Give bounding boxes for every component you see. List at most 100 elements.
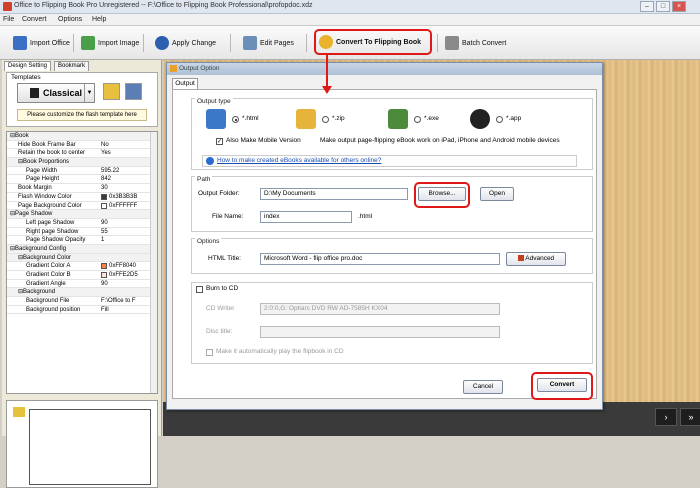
convert-to-flipping-book-label: Convert To Flipping Book <box>336 38 422 46</box>
menu-options[interactable]: Options <box>58 16 82 23</box>
advanced-button[interactable]: Advanced <box>506 252 566 266</box>
property-row[interactable]: Left page Shadow 90 <box>7 219 157 228</box>
app-icon <box>3 2 12 11</box>
property-row[interactable]: ⊟Background Config <box>7 244 157 254</box>
preview-box <box>6 400 158 488</box>
property-key: Right page Shadow <box>26 228 79 235</box>
options-section: Options HTML Title: Microsoft Word - fli… <box>191 238 593 274</box>
apply-change-button[interactable]: Apply Change <box>152 33 219 53</box>
browse-button[interactable]: Browse... <box>418 187 466 201</box>
property-value-text: No <box>101 141 109 148</box>
import-image-button[interactable]: Import Image <box>78 33 142 53</box>
property-row[interactable]: ⊟Background Color <box>7 253 157 263</box>
property-value-text: 55 <box>101 228 108 235</box>
close-button[interactable]: × <box>672 1 686 12</box>
menu-help[interactable]: Help <box>92 16 106 23</box>
output-type-section: Output type *.html *.zip *.exe *.app ✓ A… <box>191 98 593 170</box>
property-row[interactable]: Background File F:\Office to F <box>7 297 157 306</box>
autoplay-checkbox[interactable] <box>206 349 213 356</box>
tab-bookmark[interactable]: Bookmark <box>54 61 90 71</box>
property-key: ⊟Book Proportions <box>18 159 70 166</box>
convert-to-flipping-book-button[interactable]: Convert To Flipping Book <box>314 29 432 55</box>
batch-convert-label: Batch Convert <box>462 39 507 47</box>
import-office-button[interactable]: Import Office <box>10 33 73 53</box>
property-row[interactable]: ⊟Book <box>7 132 157 141</box>
property-key: ⊟Book <box>10 133 29 139</box>
property-value: 90 <box>101 219 108 227</box>
annotation-arrow-line <box>326 54 328 90</box>
batch-convert-button[interactable]: Batch Convert <box>442 33 509 53</box>
property-value: 90 <box>101 280 108 288</box>
burn-cd-checkbox[interactable] <box>196 286 203 293</box>
property-row[interactable]: ⊟Book Proportions <box>7 158 157 167</box>
property-value-text: 0x3B3B3B <box>109 193 138 200</box>
property-row[interactable]: Gradient Angle 90 <box>7 280 157 289</box>
radio-zip[interactable] <box>322 116 329 123</box>
property-row[interactable]: Retain the book to center Yes <box>7 149 157 159</box>
tab-design-setting[interactable]: Design Setting <box>4 61 52 71</box>
property-row[interactable]: Hide Book Frame Bar No <box>7 141 157 150</box>
import-image-icon <box>81 36 95 50</box>
mobile-version-checkbox[interactable]: ✓ <box>216 138 223 145</box>
output-folder-field[interactable]: D:\My Documents <box>260 188 408 200</box>
cancel-button[interactable]: Cancel <box>463 380 503 394</box>
radio-exe[interactable] <box>414 116 421 123</box>
property-row[interactable]: Background position Fill <box>7 306 157 315</box>
path-section: Path Output Folder: D:\My Documents Brow… <box>191 176 593 232</box>
apple-format-icon <box>470 109 490 129</box>
html-title-field[interactable]: Microsoft Word - flip office pro.doc <box>260 253 500 265</box>
open-button[interactable]: Open <box>480 187 514 201</box>
property-value: 1 <box>101 236 104 244</box>
file-extension-label: .html <box>358 213 373 220</box>
edit-template-icon[interactable] <box>103 83 120 100</box>
help-link[interactable]: How to make created eBooks available for… <box>202 155 577 167</box>
menu-file[interactable]: File <box>3 16 14 23</box>
property-row[interactable]: Book Margin 30 <box>7 184 157 193</box>
edit-pages-icon <box>243 36 257 50</box>
apply-change-icon <box>155 36 169 50</box>
window-title: Office to Flipping Book Pro Unregistered… <box>14 2 313 9</box>
convert-button[interactable]: Convert <box>537 378 587 392</box>
last-page-button[interactable]: » <box>680 408 700 426</box>
cd-writer-select[interactable]: 2:0:0,G: Optiarc DVD RW AD-7585H KX04 <box>260 303 500 315</box>
maximize-button[interactable]: □ <box>656 1 670 12</box>
chevron-down-icon[interactable]: ▼ <box>84 84 94 102</box>
burn-cd-label: Burn to CD <box>206 285 239 292</box>
property-value: F:\Office to F <box>101 297 136 305</box>
file-name-field[interactable]: index <box>260 211 352 223</box>
property-row[interactable]: Page Background Color 0xFFFFFF <box>7 202 157 211</box>
next-page-button[interactable]: › <box>655 408 677 426</box>
menu-bar: File Convert Options Help <box>0 14 700 26</box>
property-key: Book Margin <box>18 185 52 192</box>
tab-output[interactable]: Output <box>172 78 198 89</box>
property-scrollbar[interactable] <box>150 132 157 393</box>
property-value: 0x3B3B3B <box>101 193 137 201</box>
property-row[interactable]: Gradient Color A 0xFF8040 <box>7 262 157 271</box>
disc-title-label: Disc title: <box>206 328 233 335</box>
property-row[interactable]: Right page Shadow 55 <box>7 228 157 237</box>
property-row[interactable]: Page Width 595.22 <box>7 167 157 176</box>
property-row[interactable]: Page Height 842 <box>7 175 157 185</box>
property-row[interactable]: Gradient Color B 0xFFE2D5 <box>7 271 157 280</box>
template-selector[interactable]: Classical ▼ <box>17 83 95 103</box>
theme-icon[interactable] <box>125 83 142 100</box>
property-value-text: 90 <box>101 280 108 287</box>
property-value: 55 <box>101 228 108 236</box>
property-row[interactable]: ⊟Background <box>7 288 157 298</box>
property-row[interactable]: ⊟Page Shadow <box>7 210 157 219</box>
output-type-label: Output type <box>195 98 233 105</box>
property-key: Hide Book Frame Bar <box>18 141 76 148</box>
property-row[interactable]: Page Shadow Opacity 1 <box>7 236 157 245</box>
radio-app[interactable] <box>496 116 503 123</box>
minimize-button[interactable]: – <box>640 1 654 12</box>
radio-html[interactable] <box>232 116 239 123</box>
templates-box: Templates Classical ▼ Please customize t… <box>6 72 158 127</box>
property-value-text: Fill <box>101 306 109 313</box>
property-key: Page Width <box>26 167 58 174</box>
property-key: Gradient Angle <box>26 280 66 287</box>
property-value: 0xFFFFFF <box>101 202 137 210</box>
property-row[interactable]: Flash Window Color 0x3B3B3B <box>7 193 157 202</box>
edit-pages-button[interactable]: Edit Pages <box>240 33 297 53</box>
disc-title-field[interactable] <box>260 326 500 338</box>
menu-convert[interactable]: Convert <box>22 16 47 23</box>
